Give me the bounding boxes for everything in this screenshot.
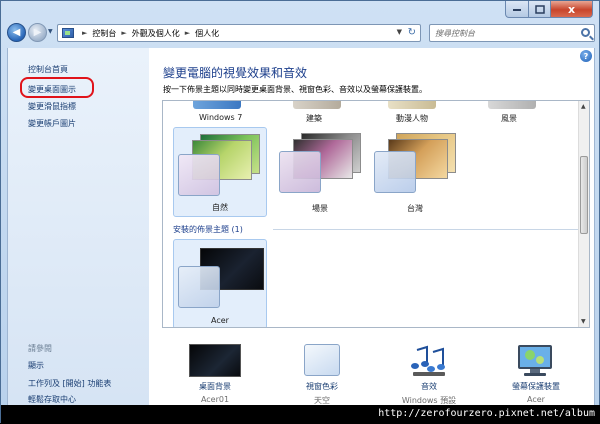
- window-color-value: 天空: [314, 396, 330, 405]
- chevron-right-icon[interactable]: ►: [121, 29, 126, 37]
- scrollbar-thumb[interactable]: [580, 156, 588, 234]
- personalization-window: x ◀ ▶ ▼ ► 控制台 ► 外觀及個人化 ► 個人化 ▼ ↻ 控制台首頁 變…: [0, 0, 600, 424]
- theme-label: Acer: [211, 316, 229, 325]
- screen-saver-link[interactable]: 螢幕保護裝置: [496, 381, 576, 392]
- window-color-thumbnail: [304, 344, 340, 376]
- forward-button[interactable]: ▶: [28, 23, 47, 42]
- watermark: http://zerofourzero.pixnet.net/album: [1, 405, 600, 424]
- minimize-icon: [513, 9, 521, 11]
- screen-saver-value: Acer: [527, 395, 545, 404]
- search-box: [429, 24, 595, 42]
- sidebar-item-change-mouse-pointers[interactable]: 變更滑鼠指標: [28, 101, 76, 112]
- maximize-button[interactable]: [529, 1, 551, 18]
- screen-saver-icon: [518, 345, 552, 376]
- theme-label[interactable]: Windows 7: [199, 113, 242, 122]
- main-content: ? 變更電腦的視覺效果和音效 按一下佈景主題以同時變更桌面背景、視窗色彩、音效以…: [149, 48, 595, 405]
- search-icon[interactable]: [581, 28, 590, 37]
- page-title: 變更電腦的視覺效果和音效: [163, 66, 308, 80]
- theme-label[interactable]: 建築: [306, 113, 322, 124]
- caption-buttons: x: [505, 1, 593, 18]
- window-color-item[interactable]: 視窗色彩 天空: [282, 342, 362, 405]
- see-also-heading: 請參閱: [28, 344, 52, 353]
- chevron-right-icon[interactable]: ►: [82, 29, 87, 37]
- theme-thumbnail[interactable]: [388, 101, 436, 109]
- theme-list[interactable]: Windows 7 建築 動漫人物 風景 自然 場景 台灣 安裝的佈景主題 (1…: [162, 100, 590, 328]
- sidebar-item-control-panel-home[interactable]: 控制台首頁: [28, 64, 68, 75]
- theme-list-scrollbar[interactable]: ▲ ▼: [578, 101, 589, 327]
- address-history-dropdown-icon[interactable]: ▼: [397, 28, 402, 36]
- close-icon: x: [567, 2, 576, 16]
- navigation-bar: ◀ ▶ ▼ ► 控制台 ► 外觀及個人化 ► 個人化 ▼ ↻: [7, 23, 595, 43]
- refresh-icon[interactable]: ↻: [408, 27, 416, 38]
- theme-thumbnail[interactable]: [293, 101, 341, 109]
- scroll-down-icon[interactable]: ▼: [581, 318, 586, 325]
- theme-item-acer[interactable]: Acer: [173, 239, 267, 327]
- back-arrow-icon: ◀: [12, 27, 21, 38]
- section-divider: [273, 229, 583, 230]
- help-icon[interactable]: ?: [580, 50, 592, 62]
- see-also-display-link[interactable]: 顯示: [28, 360, 44, 371]
- task-pane: 控制台首頁 變更桌面圖示 變更滑鼠指標 變更帳戶圖片 請參閱 顯示 工作列及 […: [7, 48, 149, 405]
- theme-label: 台灣: [407, 204, 423, 213]
- back-button[interactable]: ◀: [7, 23, 26, 42]
- sidebar-item-change-account-picture[interactable]: 變更帳戶圖片: [28, 118, 76, 129]
- recent-pages-dropdown-icon[interactable]: ▼: [48, 28, 53, 35]
- see-also-ease-of-access-link[interactable]: 輕鬆存取中心: [28, 394, 76, 405]
- theme-label[interactable]: 動漫人物: [396, 113, 428, 124]
- installed-themes-heading: 安裝的佈景主題 (1): [173, 225, 243, 234]
- theme-label[interactable]: 風景: [501, 113, 517, 124]
- window-color-swatch: [374, 151, 416, 193]
- window-color-swatch: [178, 154, 220, 196]
- see-also-taskbar-link[interactable]: 工作列及 [開始] 功能表: [28, 378, 111, 389]
- theme-label: 自然: [212, 203, 228, 212]
- red-highlight-circle: [20, 77, 94, 98]
- desktop-background-item[interactable]: 桌面背景 Acer01: [175, 342, 255, 404]
- theme-item-taiwan[interactable]: 台灣: [368, 127, 462, 217]
- window-color-swatch: [279, 151, 321, 193]
- close-button[interactable]: x: [551, 1, 593, 18]
- breadcrumb-personalization[interactable]: 個人化: [195, 28, 219, 39]
- breadcrumb-appearance[interactable]: 外觀及個人化: [132, 28, 180, 39]
- search-input[interactable]: [435, 27, 575, 40]
- breadcrumb-control-panel[interactable]: 控制台: [92, 28, 116, 39]
- sounds-value: Windows 預設: [401, 396, 457, 405]
- page-description: 按一下佈景主題以同時變更桌面背景、視窗色彩、音效以及螢幕保護裝置。: [163, 85, 427, 94]
- theme-item-nature[interactable]: 自然: [173, 127, 267, 217]
- desktop-background-thumbnail: [189, 344, 241, 377]
- theme-thumbnail[interactable]: [488, 101, 536, 109]
- window-color-swatch: [178, 266, 220, 308]
- address-bar[interactable]: ► 控制台 ► 外觀及個人化 ► 個人化 ▼ ↻: [57, 24, 421, 42]
- sounds-link[interactable]: 音效: [389, 381, 469, 392]
- theme-thumbnail[interactable]: [193, 101, 241, 109]
- desktop-background-value: Acer01: [200, 395, 230, 404]
- theme-label: 場景: [312, 204, 328, 213]
- music-notes-icon: [411, 345, 445, 376]
- desktop-background-link[interactable]: 桌面背景: [175, 381, 255, 392]
- maximize-icon: [534, 4, 545, 14]
- sounds-item[interactable]: 音效 Windows 預設: [389, 342, 469, 405]
- window-color-link[interactable]: 視窗色彩: [282, 381, 362, 392]
- forward-arrow-icon: ▶: [33, 27, 42, 38]
- chevron-right-icon[interactable]: ►: [185, 29, 190, 37]
- scroll-up-icon[interactable]: ▲: [581, 103, 586, 110]
- control-panel-icon: [62, 28, 74, 38]
- minimize-button[interactable]: [505, 1, 529, 18]
- screen-saver-item[interactable]: 螢幕保護裝置 Acer: [496, 342, 576, 404]
- theme-item-scenes[interactable]: 場景: [273, 127, 367, 217]
